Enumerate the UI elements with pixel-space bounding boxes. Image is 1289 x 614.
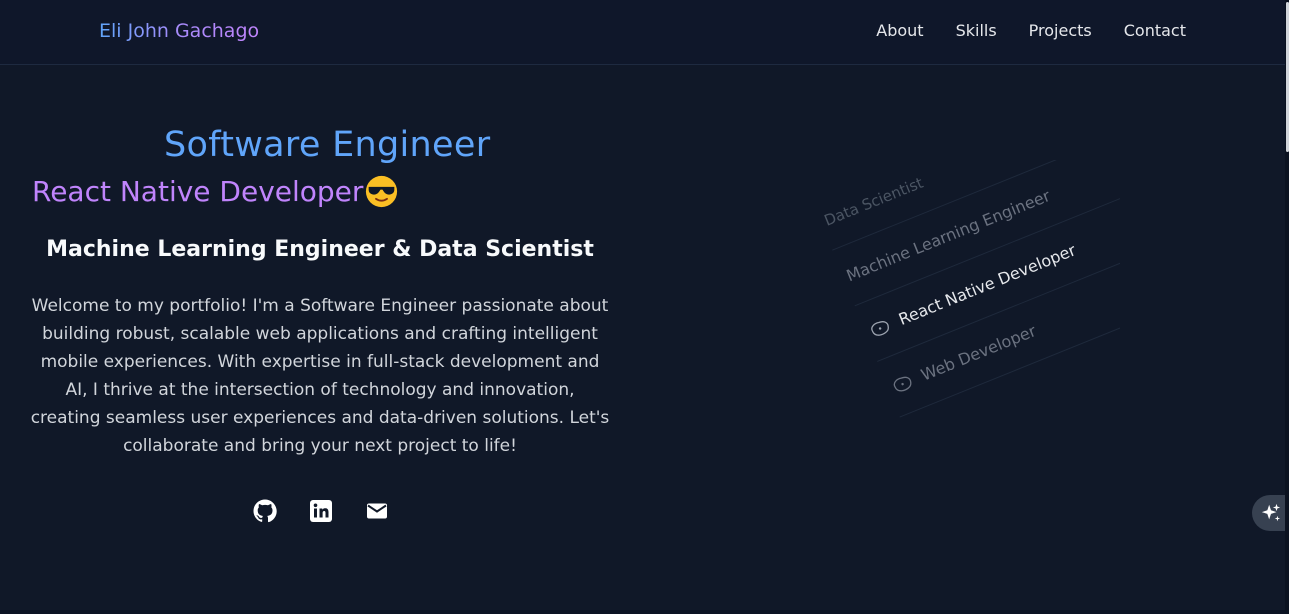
linkedin-icon[interactable] [308,498,334,524]
ai-assistant-button[interactable] [1252,495,1289,531]
brand-name[interactable]: Eli John Gachago [99,20,259,42]
nav-projects-link[interactable]: Projects [1029,21,1092,40]
portfolio-page: Eli John Gachago About Skills Projects C… [0,0,1289,614]
hero-title: Software Engineer [164,125,491,165]
roles-list: Data Scientist Machine Learning Engineer… [810,160,1120,418]
hero-typing-title: React Native Developer [32,175,398,208]
email-icon[interactable] [364,498,390,524]
sunglasses-face-icon [366,175,398,208]
blob-icon [893,376,912,391]
github-icon[interactable] [252,498,278,524]
hero-section: Software Engineer React Native Developer… [20,65,620,565]
rotating-roles-panel: Data Scientist Machine Learning Engineer… [780,160,1120,450]
nav-about-link[interactable]: About [876,21,923,40]
sparkles-icon [1261,503,1281,522]
page-scrollbar[interactable] [1285,0,1289,614]
typing-role-text: React Native Developer [32,175,364,208]
hero-intro-text: Welcome to my portfolio! I'm a Software … [30,296,610,456]
hero-subtitle: Machine Learning Engineer & Data Scienti… [46,237,594,262]
nav-links: About Skills Projects Contact [876,21,1186,40]
blob-icon [871,320,889,336]
nav-contact-link[interactable]: Contact [1124,21,1186,40]
nav-skills-link[interactable]: Skills [956,21,997,40]
bottom-divider [0,610,1285,614]
social-links [252,498,390,524]
top-navbar: Eli John Gachago About Skills Projects C… [0,0,1285,65]
